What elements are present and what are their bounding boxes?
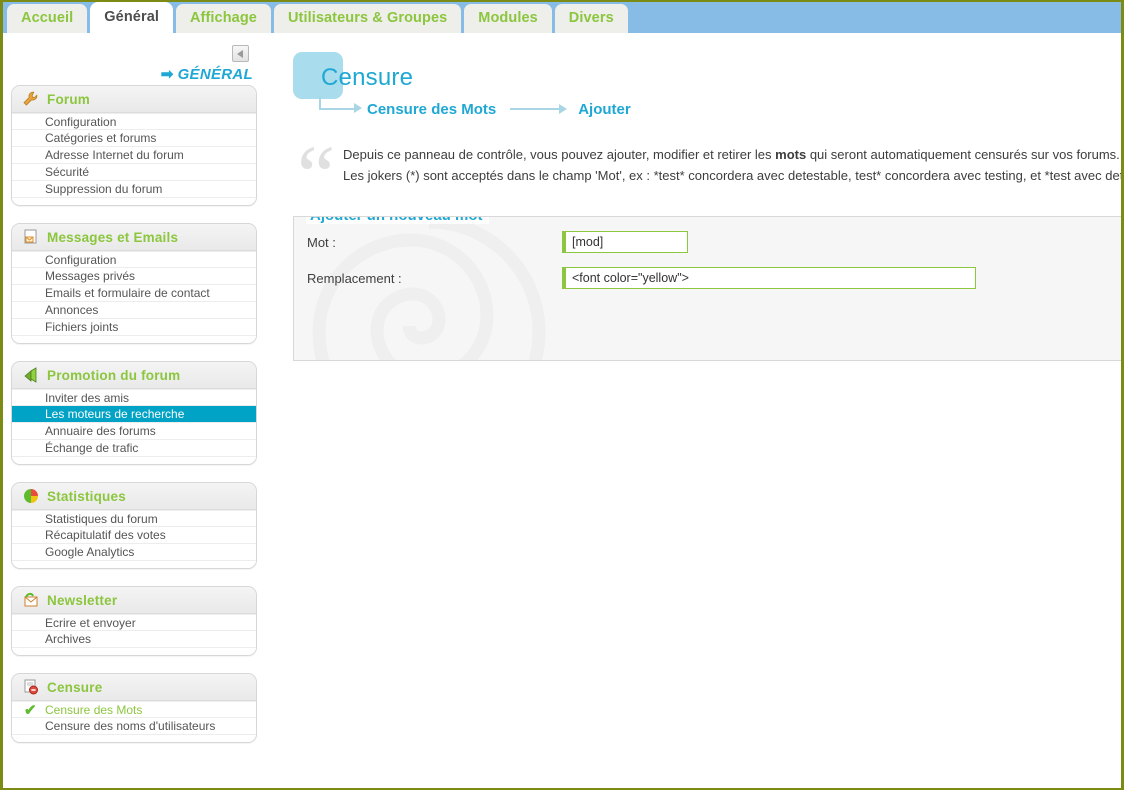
info-note: “ Depuis ce panneau de contrôle, vous po… — [293, 132, 1121, 218]
panel-header: Censure — [12, 674, 256, 701]
sidebar-panel-forum: Forum Configuration Catégories et forums… — [11, 85, 257, 206]
sidebar-item-recapitulatif-votes[interactable]: Récapitulatif des votes — [12, 527, 256, 544]
sidebar-item-statistiques-forum[interactable]: Statistiques du forum — [12, 510, 256, 527]
sidebar-item-censure-des-mots[interactable]: ✔ Censure des Mots — [12, 701, 256, 719]
info-note-line-1: Depuis ce panneau de contrôle, vous pouv… — [343, 144, 1121, 165]
label-mot: Mot : — [307, 234, 336, 250]
megaphone-icon — [24, 367, 37, 383]
sidebar-item-messages-prives[interactable]: Messages privés — [12, 268, 256, 285]
panel-title: Newsletter — [47, 592, 118, 608]
sidebar-header: ➡ GÉNÉRAL — [11, 41, 257, 85]
note-line1-bold: mots — [775, 147, 807, 162]
wrench-icon — [23, 91, 38, 106]
breadcrumb-elbow-arrow-icon — [319, 94, 362, 113]
tab-affichage[interactable]: Affichage — [175, 4, 271, 33]
sidebar-general-link[interactable]: ➡ GÉNÉRAL — [161, 65, 253, 83]
right-arrow-icon: ➡ — [160, 66, 174, 83]
field-row-remplacement: Remplacement : — [294, 267, 1121, 289]
pie-chart-icon — [24, 489, 38, 503]
panel-header: Messages et Emails — [12, 224, 256, 251]
tab-modules[interactable]: Modules — [464, 4, 552, 33]
sidebar-item-configuration-messages[interactable]: Configuration — [12, 251, 256, 268]
sidebar-item-configuration[interactable]: Configuration — [12, 113, 256, 130]
sidebar-item-adresse-internet[interactable]: Adresse Internet du forum — [12, 147, 256, 164]
sidebar-item-google-analytics[interactable]: Google Analytics — [12, 544, 256, 561]
tab-general[interactable]: Général — [90, 2, 173, 33]
sidebar-item-ecrire-envoyer[interactable]: Ecrire et envoyer — [12, 614, 256, 631]
sidebar-panel-promotion: Promotion du forum Inviter des amis Les … — [11, 361, 257, 465]
tab-divers[interactable]: Divers — [554, 4, 628, 33]
breadcrumb-arrow-icon — [510, 104, 568, 114]
sidebar-item-inviter-amis[interactable]: Inviter des amis — [12, 389, 256, 406]
sidebar-item-label: Censure des Mots — [45, 703, 143, 717]
sidebar-item-moteurs-recherche[interactable]: Les moteurs de recherche — [12, 406, 256, 423]
tab-accueil[interactable]: Accueil — [7, 4, 88, 33]
panel-body: Ecrire et envoyer Archives — [12, 614, 256, 655]
note-line1-part3: qui seront automatiquement censurés sur … — [806, 147, 1120, 162]
sidebar-item-securite[interactable]: Sécurité — [12, 164, 256, 181]
remplacement-input[interactable] — [562, 267, 976, 289]
sidebar: ➡ GÉNÉRAL Forum Configuration Catégories … — [3, 33, 265, 788]
mail-document-icon — [24, 229, 37, 244]
panel-body: Inviter des amis Les moteurs de recherch… — [12, 389, 256, 464]
panel-title: Promotion du forum — [47, 367, 181, 383]
main-content: Censure Censure des Mots Ajouter “ Depui… — [265, 33, 1121, 788]
sidebar-item-archives[interactable]: Archives — [12, 631, 256, 648]
check-icon: ✔ — [24, 702, 37, 719]
page-title: Censure — [321, 64, 414, 91]
sidebar-item-annonces[interactable]: Annonces — [12, 302, 256, 319]
breadcrumb-censure-des-mots[interactable]: Censure des Mots — [367, 101, 496, 118]
fieldset-legend: Ajouter un nouveau mot — [306, 217, 489, 224]
sidebar-panel-messages-emails: Messages et Emails Configuration Message… — [11, 223, 257, 344]
tab-utilisateurs-groupes[interactable]: Utilisateurs & Groupes — [273, 4, 462, 33]
panel-body: Configuration Catégories et forums Adres… — [12, 113, 256, 205]
field-row-mot: Mot : — [294, 231, 1121, 253]
panel-header: Statistiques — [12, 483, 256, 510]
left-arrow-icon — [237, 50, 243, 58]
panel-title: Censure — [47, 679, 103, 695]
panel-title: Statistiques — [47, 488, 126, 504]
panel-body: ✔ Censure des Mots Censure des noms d'ut… — [12, 701, 256, 742]
sidebar-collapse-button[interactable] — [232, 45, 249, 62]
sidebar-item-fichiers-joints[interactable]: Fichiers joints — [12, 319, 256, 336]
breadcrumb-ajouter[interactable]: Ajouter — [578, 101, 631, 118]
sidebar-item-censure-noms-utilisateurs[interactable]: Censure des noms d'utilisateurs — [12, 718, 256, 735]
sidebar-item-echange-trafic[interactable]: Échange de trafic — [12, 440, 256, 457]
note-line1-part1: Depuis ce panneau de contrôle, vous pouv… — [343, 147, 776, 162]
sidebar-item-annuaire-forums[interactable]: Annuaire des forums — [12, 423, 256, 440]
panel-title: Messages et Emails — [47, 229, 179, 245]
panel-body: Configuration Messages privés Emails et … — [12, 251, 256, 343]
application-window: Accueil Général Affichage Utilisateurs &… — [0, 0, 1124, 790]
page-title-block: Censure Censure des Mots Ajouter — [293, 50, 1121, 122]
panel-header: Forum — [12, 86, 256, 113]
sidebar-item-suppression[interactable]: Suppression du forum — [12, 181, 256, 198]
envelope-icon — [24, 592, 38, 607]
sidebar-item-emails-contact[interactable]: Emails et formulaire de contact — [12, 285, 256, 302]
main-tab-bar: Accueil Général Affichage Utilisateurs &… — [3, 2, 1121, 33]
mot-input[interactable] — [562, 231, 688, 253]
censor-document-icon — [24, 679, 38, 695]
info-note-line-2: Les jokers (*) sont acceptés dans le cha… — [343, 168, 1121, 183]
sidebar-item-categories[interactable]: Catégories et forums — [12, 130, 256, 147]
quote-mark-icon: “ — [297, 127, 336, 223]
content-wrapper: ➡ GÉNÉRAL Forum Configuration Catégories … — [3, 33, 1121, 788]
label-remplacement: Remplacement : — [307, 270, 402, 286]
sidebar-panel-statistiques: Statistiques Statistiques du forum Récap… — [11, 482, 257, 569]
add-word-fieldset: Ajouter un nouveau mot Mot : Remplacemen… — [293, 216, 1121, 361]
panel-title: Forum — [47, 91, 90, 107]
panel-header: Newsletter — [12, 587, 256, 614]
sidebar-panel-newsletter: Newsletter Ecrire et envoyer Archives — [11, 586, 257, 656]
sidebar-general-label: GÉNÉRAL — [177, 66, 253, 83]
panel-body: Statistiques du forum Récapitulatif des … — [12, 510, 256, 568]
sidebar-panel-censure: Censure ✔ Censure des Mots Censure des n… — [11, 673, 257, 743]
breadcrumb: Censure des Mots Ajouter — [319, 94, 631, 120]
panel-header: Promotion du forum — [12, 362, 256, 389]
